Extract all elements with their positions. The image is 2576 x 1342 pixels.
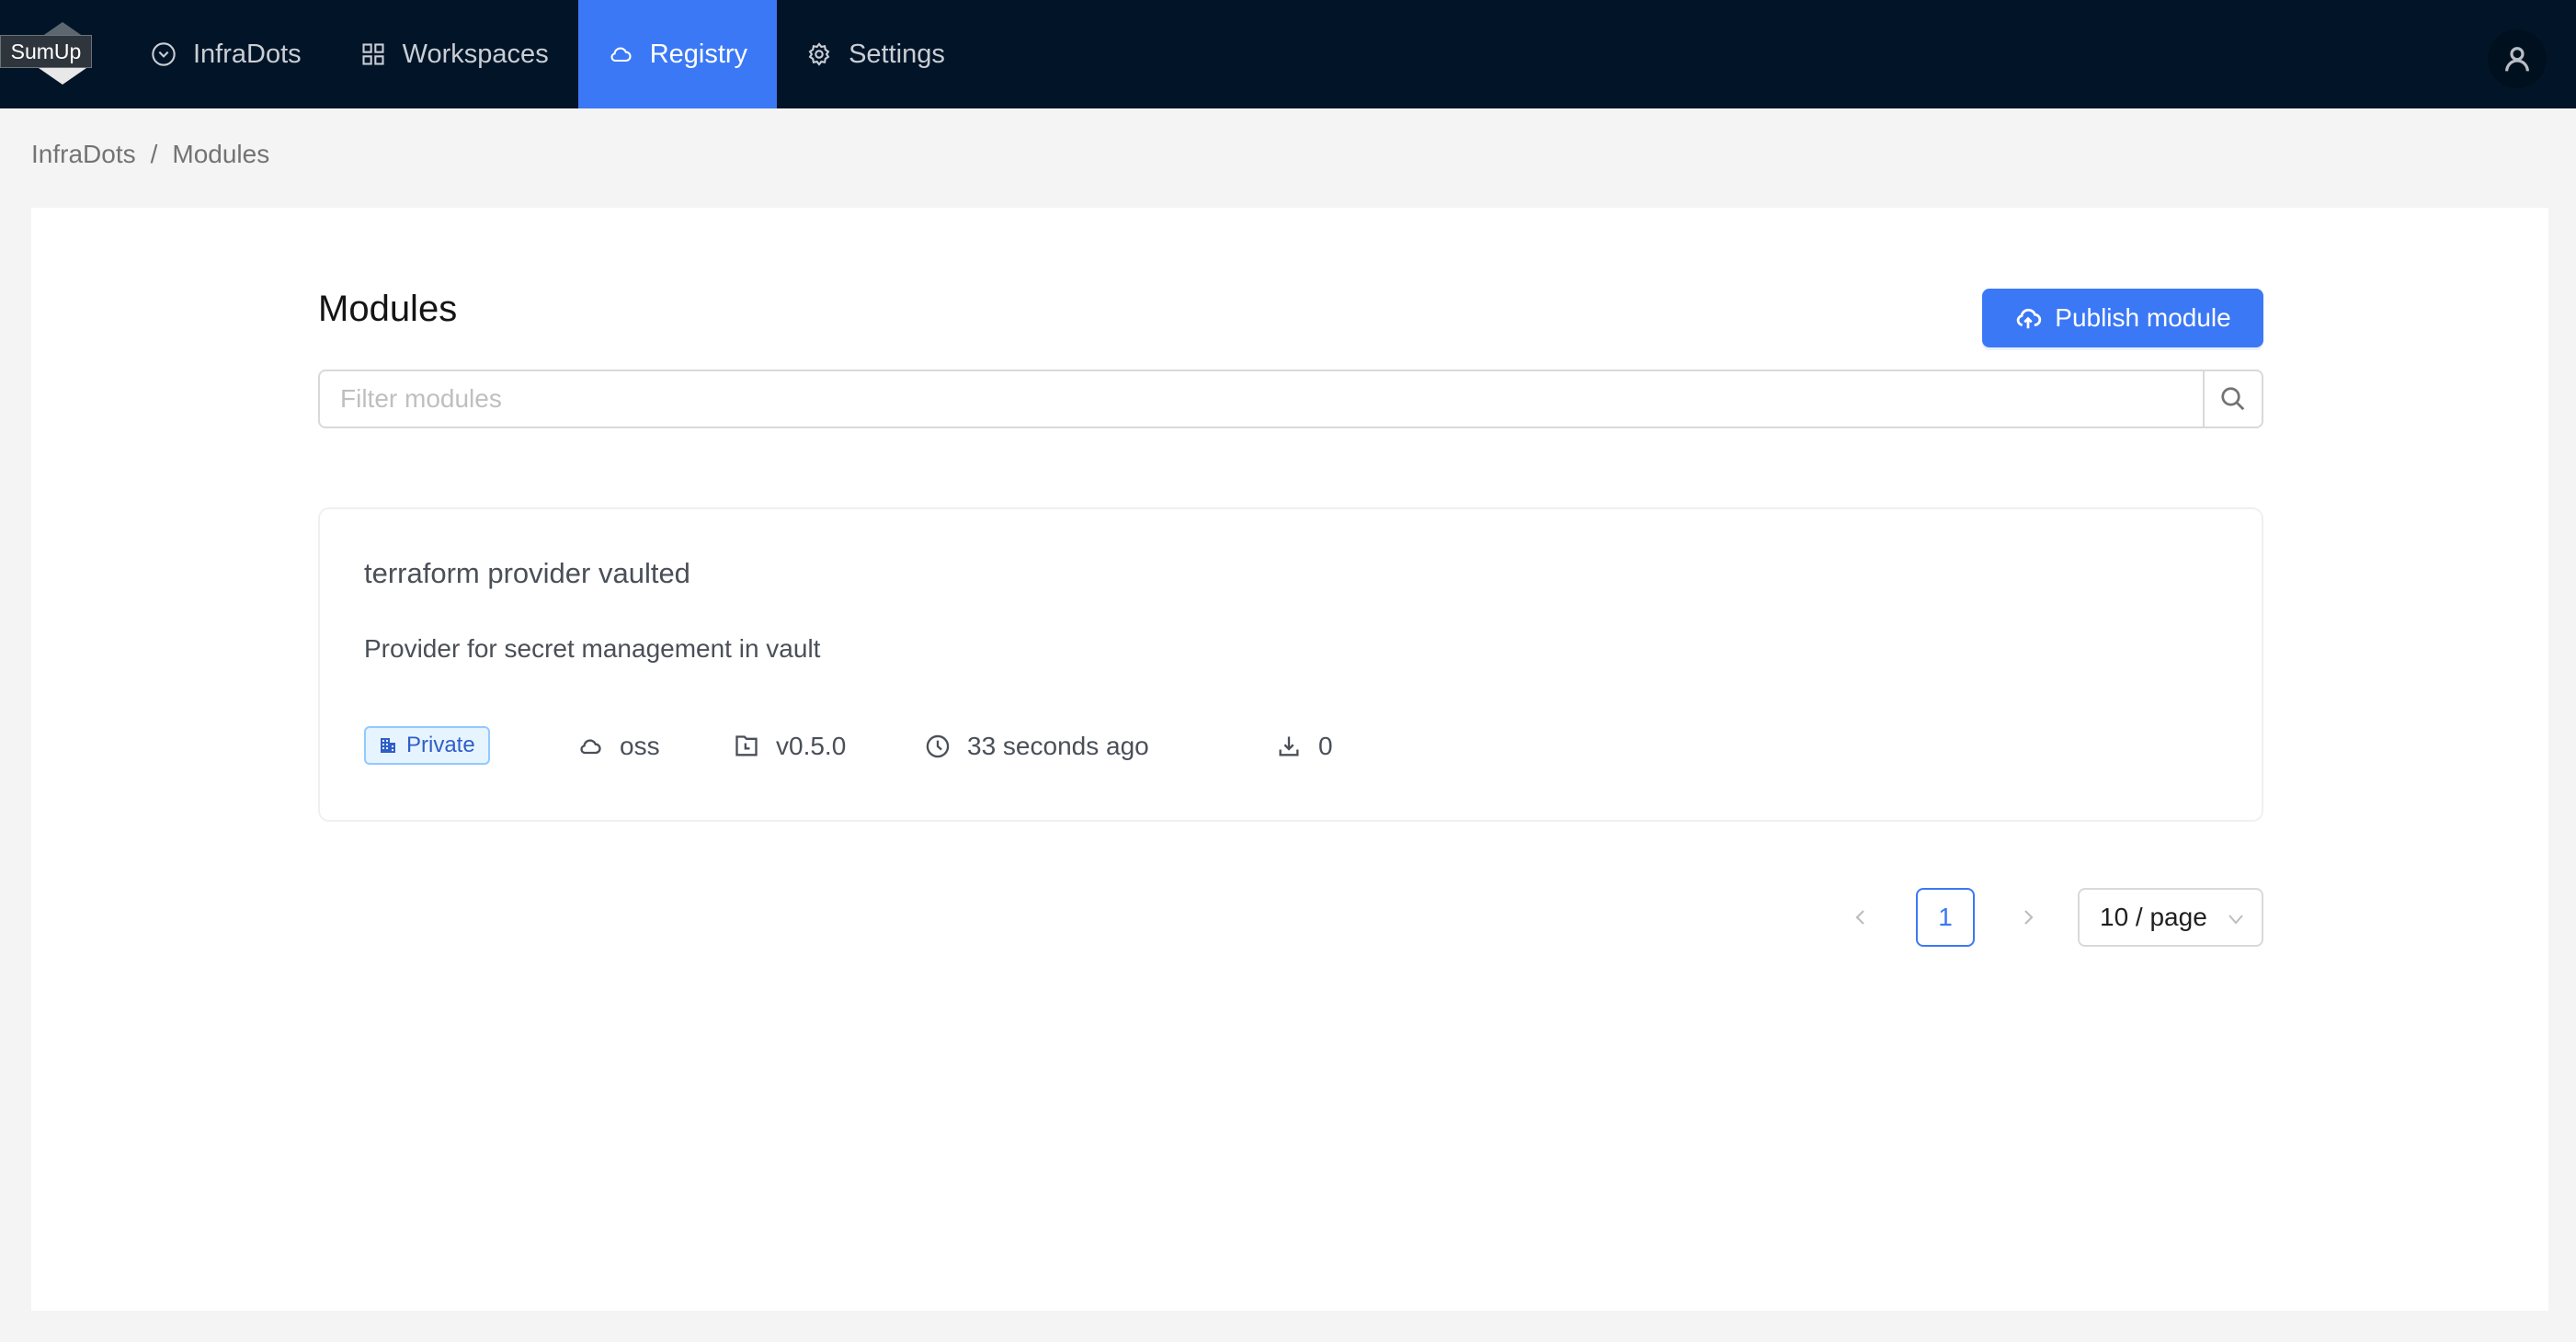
page-title: Modules [318,289,458,329]
content-panel: Modules Publish module terraform provide… [31,208,2548,1311]
main-nav: InfraDots Workspaces Registry Settings [121,0,975,108]
filter-search-box [318,370,2263,428]
download-icon [1279,736,1299,756]
updated-label: 33 seconds ago [967,732,1149,760]
filter-modules-input[interactable] [320,371,2203,426]
breadcrumb-current: Modules [172,140,270,168]
nav-item-workspaces[interactable]: Workspaces [331,0,578,108]
sumup-logo[interactable]: SumUp [0,22,96,85]
user-icon [2505,47,2529,72]
module-provider: oss [577,726,660,767]
cloud-icon [580,739,601,755]
grid-icon [362,43,384,65]
chevron-right-icon [2024,910,2034,925]
building-icon [381,738,395,753]
cloud-upload-icon [2016,308,2042,329]
user-avatar-button[interactable] [2488,29,2547,88]
module-version: v0.5.0 [734,726,846,767]
visibility-label: Private [406,733,475,757]
module-meta: Private oss v0.5.0 33 seconds ago 0 [364,726,1375,767]
breadcrumb-link-infradots[interactable]: InfraDots [31,140,136,169]
chevron-down-icon [2228,915,2243,925]
module-name[interactable]: terraform provider vaulted [364,557,690,590]
previous-page-button[interactable] [1842,888,1879,947]
nav-label: Settings [849,39,945,69]
nav-item-settings[interactable]: Settings [777,0,975,108]
search-button[interactable] [2203,371,2262,426]
folder-clock-icon [735,735,758,756]
logo-label: SumUp [0,35,92,68]
page-size-select[interactable]: 10 / page [2078,888,2263,947]
chevron-left-icon [1855,910,1864,925]
nav-label: Workspaces [402,39,549,69]
provider-label: oss [620,732,660,760]
page-1-button[interactable]: 1 [1916,888,1975,947]
breadcrumb-separator: / [150,140,158,168]
publish-module-label: Publish module [2055,303,2231,332]
version-label: v0.5.0 [776,732,847,760]
nav-item-infradots[interactable]: InfraDots [121,0,331,108]
logo-shape-bottom [39,68,86,85]
search-icon [2221,387,2245,411]
nav-label: InfraDots [193,39,302,69]
publish-module-button[interactable]: Publish module [1982,289,2263,347]
visibility-badge: Private [364,726,490,765]
top-navigation-bar: SumUp InfraDots Workspaces Registry Sett… [0,0,2576,108]
next-page-button[interactable] [2010,888,2046,947]
nav-item-registry[interactable]: Registry [577,0,778,108]
module-updated: 33 seconds ago [925,726,1149,767]
module-downloads: 0 [1276,726,1333,767]
module-card[interactable]: terraform provider vaulted Provider for … [318,507,2263,822]
page-size-value: 10 / page [2100,903,2207,931]
nav-label: Registry [649,39,748,69]
breadcrumb: InfraDots / Modules [31,140,269,169]
clock-icon [926,734,950,758]
check-circle-icon [152,42,176,66]
cloud-icon [610,47,632,63]
downloads-label: 0 [1318,732,1333,760]
gear-icon [808,42,830,66]
pagination: 1 10 / page [1842,888,2265,947]
module-description: Provider for secret management in vault [364,634,821,663]
